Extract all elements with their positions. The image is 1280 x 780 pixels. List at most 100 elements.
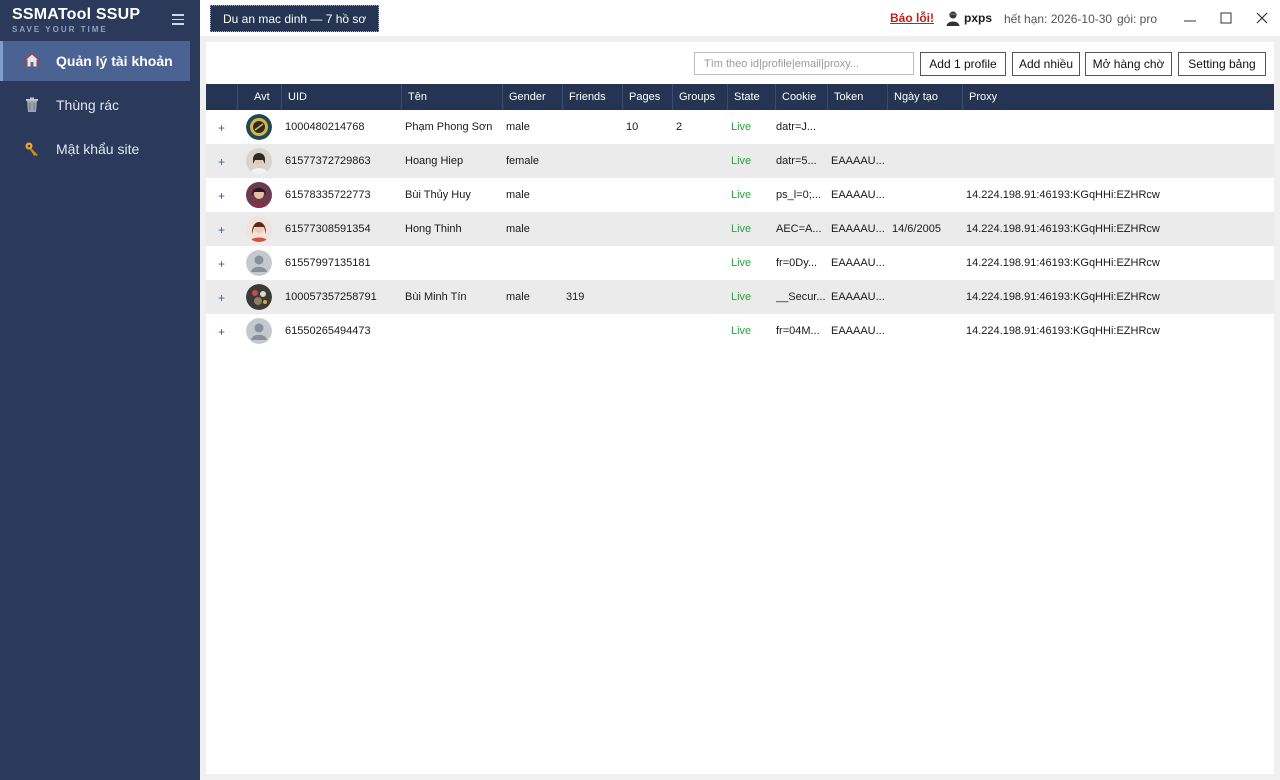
col-pages[interactable]: Pages: [623, 84, 673, 110]
avatar: [246, 148, 272, 174]
cell-cookie: __Secur...: [776, 291, 826, 303]
default-avatar-icon: [246, 250, 272, 276]
top-bar: Du an mac dinh — 7 hồ sơ Báo lỗi! pxps h…: [200, 0, 1280, 36]
table-row[interactable]: + 61577372729863 Hoang Hiep female Live …: [206, 144, 1274, 178]
cell-token: EAAAAU...: [831, 291, 885, 303]
sidebar-item-accounts[interactable]: Quản lý tài khoản: [0, 41, 190, 81]
add-profile-button[interactable]: Add 1 profile: [920, 52, 1006, 76]
cell-proxy: 14.224.198.91:46193:KGqHHi:EZHRcw: [966, 223, 1160, 235]
cell-state: Live: [731, 189, 752, 201]
expand-row-icon[interactable]: +: [218, 110, 225, 146]
close-icon[interactable]: [1252, 8, 1272, 28]
table-row[interactable]: + 61557997135181 Live fr=0Dy... EAAAAU..…: [206, 246, 1274, 280]
cell-groups: 2: [676, 121, 683, 133]
hamburger-menu-icon[interactable]: [172, 14, 184, 26]
cell-state: Live: [731, 121, 752, 133]
app-subtitle: SAVE YOUR TIME: [12, 25, 108, 34]
avatar: [246, 114, 272, 140]
sidebar-nav: Quản lý tài khoản Thùng rác Mật khẩu sit…: [0, 41, 200, 173]
report-bug-link[interactable]: Báo lỗi!: [890, 11, 934, 25]
table-header: Avt UID Tên Gender Friends Pages Groups …: [206, 84, 1274, 110]
expand-row-icon[interactable]: +: [218, 178, 225, 214]
cell-state: Live: [731, 257, 752, 269]
home-icon: [24, 53, 40, 69]
cell-token: EAAAAU...: [831, 223, 885, 235]
default-avatar-icon: [246, 318, 272, 344]
col-proxy[interactable]: Proxy: [963, 84, 1274, 110]
cell-cookie: datr=5...: [776, 155, 817, 167]
cell-uid: 1000480214768: [285, 121, 365, 133]
cell-state: Live: [731, 223, 752, 235]
col-name[interactable]: Tên: [402, 84, 503, 110]
username: pxps: [964, 11, 993, 25]
cell-pages: 10: [626, 121, 639, 133]
avatar: [246, 284, 272, 310]
cell-proxy: 14.224.198.91:46193:KGqHHi:EZHRcw: [966, 325, 1160, 337]
col-avatar[interactable]: Avt: [238, 84, 282, 110]
minimize-icon[interactable]: [1180, 8, 1200, 28]
cell-cookie: datr=J...: [776, 121, 817, 133]
col-state[interactable]: State: [728, 84, 776, 110]
table-row[interactable]: + 100057357258791 Bùi Minh Tín male 319 …: [206, 280, 1274, 314]
expand-row-icon[interactable]: +: [218, 280, 225, 316]
table-row[interactable]: + 61550265494473 Live fr=04M... EAAAAU..…: [206, 314, 1274, 348]
col-created[interactable]: Ngày tạo: [888, 84, 963, 110]
user-icon: [946, 11, 960, 26]
maximize-icon[interactable]: [1216, 8, 1236, 28]
table-body: + 1000480214768 Phạm Phong Sơn male 10 2…: [206, 110, 1274, 348]
cell-token: [831, 110, 886, 144]
sidebar-item-trash[interactable]: Thùng rác: [0, 85, 200, 125]
cell-uid: 61557997135181: [285, 257, 371, 269]
cell-state: Live: [731, 155, 752, 167]
cell-state: Live: [731, 291, 752, 303]
cell-cookie: AEC=A...: [776, 223, 822, 235]
sidebar-item-label: Quản lý tài khoản: [56, 53, 173, 69]
cell-proxy: 14.224.198.91:46193:KGqHHi:EZHRcw: [966, 257, 1160, 269]
expand-row-icon[interactable]: +: [218, 314, 225, 350]
table-row[interactable]: + 61578335722773 Bùi Thủy Huy male Live …: [206, 178, 1274, 212]
col-groups[interactable]: Groups: [673, 84, 728, 110]
cell-created: 14/6/2005: [892, 223, 941, 235]
cell-uid: 61578335722773: [285, 189, 371, 201]
search-input[interactable]: [694, 52, 914, 75]
table-settings-button[interactable]: Setting bảng: [1178, 52, 1266, 76]
col-friends[interactable]: Friends: [563, 84, 623, 110]
col-cookie[interactable]: Cookie: [776, 84, 828, 110]
open-queue-button[interactable]: Mở hàng chờ: [1085, 52, 1172, 76]
expand-row-icon[interactable]: +: [218, 246, 225, 282]
cell-name: Bùi Thủy Huy: [405, 189, 471, 201]
avatar: [246, 182, 272, 208]
col-uid[interactable]: UID: [282, 84, 402, 110]
cell-gender: male: [506, 291, 530, 303]
expand-row-icon[interactable]: +: [218, 144, 225, 180]
sidebar: SSMATool SSUP SAVE YOUR TIME Quản lý tài…: [0, 0, 200, 780]
cell-gender: female: [506, 155, 540, 167]
cell-token: EAAAAU...: [831, 325, 885, 337]
cell-uid: 61577308591354: [285, 223, 371, 235]
sidebar-item-label: Mật khẩu site: [56, 141, 140, 157]
add-multiple-button[interactable]: Add nhiều: [1012, 52, 1080, 76]
plan-label: gói: pro: [1117, 12, 1158, 26]
cell-uid: 61550265494473: [285, 325, 371, 337]
col-token[interactable]: Token: [828, 84, 888, 110]
expand-row-icon[interactable]: +: [218, 212, 225, 248]
cell-cookie: fr=04M...: [776, 325, 820, 337]
expiration-date: hết hạn: 2026-10-30: [1004, 12, 1113, 26]
col-gender[interactable]: Gender: [503, 84, 563, 110]
table-row[interactable]: + 1000480214768 Phạm Phong Sơn male 10 2…: [206, 110, 1274, 144]
toolbar: Add 1 profile Add nhiều Mở hàng chờ Sett…: [206, 42, 1274, 84]
main-panel: Add 1 profile Add nhiều Mở hàng chờ Sett…: [206, 42, 1274, 774]
cell-proxy: 14.224.198.91:46193:KGqHHi:EZHRcw: [966, 291, 1160, 303]
cell-token: EAAAAU...: [831, 257, 885, 269]
user-info[interactable]: pxps: [945, 10, 992, 26]
cell-name: [405, 246, 501, 280]
col-expand: [206, 84, 238, 110]
cell-state: Live: [731, 325, 752, 337]
cell-token: EAAAAU...: [831, 155, 885, 167]
table-row[interactable]: + 61577308591354 Hong Thinh male Live AE…: [206, 212, 1274, 246]
sidebar-item-site-passwords[interactable]: Mật khẩu site: [0, 129, 200, 169]
project-tab[interactable]: Du an mac dinh — 7 hồ sơ: [210, 5, 380, 32]
cell-name: Hong Thinh: [405, 223, 462, 235]
key-icon: [24, 141, 40, 157]
cell-name: [405, 314, 501, 348]
